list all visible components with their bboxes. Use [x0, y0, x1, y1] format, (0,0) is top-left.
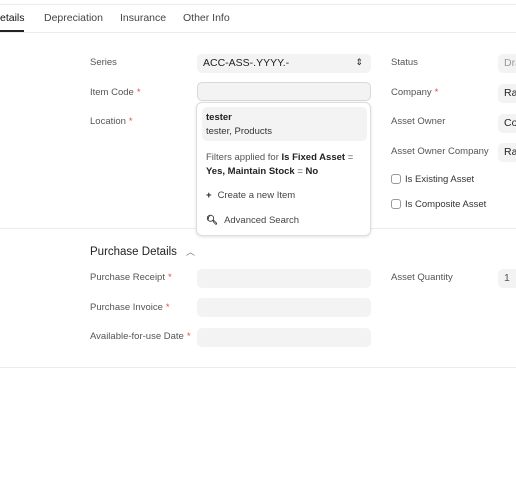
series-label: Series: [90, 57, 117, 68]
available-for-use-date-input[interactable]: [197, 328, 371, 347]
is-composite-asset-checkbox[interactable]: [391, 199, 401, 209]
asset-owner-company-label: Asset Owner Company: [391, 146, 489, 157]
tab-insurance[interactable]: Insurance: [120, 12, 166, 24]
filters-note: Filters applied for Is Fixed Asset = Yes…: [206, 152, 354, 177]
item-code-label: Item Code *: [90, 87, 141, 98]
tab-depreciation[interactable]: Depreciation: [44, 12, 103, 24]
plus-icon: +: [206, 190, 212, 201]
purchase-invoice-input[interactable]: [197, 298, 371, 317]
item-code-input[interactable]: [197, 82, 371, 101]
is-existing-asset-checkbox[interactable]: [391, 174, 401, 184]
asset-owner-label: Asset Owner: [391, 116, 446, 127]
series-value: ACC-ASS-.YYYY.-: [203, 57, 290, 69]
result-subtitle: tester, Products: [206, 126, 273, 137]
create-new-item-option[interactable]: + Create a new Item: [206, 190, 295, 201]
location-label: Location *: [90, 116, 133, 127]
result-title: tester: [206, 112, 232, 123]
purchase-invoice-label: Purchase Invoice *: [90, 302, 170, 313]
status-label: Status: [391, 57, 418, 68]
asset-quantity-label: Asset Quantity: [391, 272, 453, 283]
search-icon: 🔍︎: [206, 215, 219, 226]
status-field: Dra: [498, 54, 516, 73]
asset-quantity-input[interactable]: 1: [498, 269, 516, 288]
is-composite-asset-label: Is Composite Asset: [405, 199, 487, 210]
purchase-receipt-input[interactable]: [197, 269, 371, 288]
purchase-receipt-label: Purchase Receipt *: [90, 272, 172, 283]
tabs-divider: [0, 32, 516, 33]
purchase-details-header[interactable]: Purchase Details ︿: [90, 245, 195, 258]
chevron-updown-icon: ⇕: [355, 57, 363, 67]
company-label: Company *: [391, 87, 439, 98]
dropdown-result-tester[interactable]: tester tester, Products: [202, 107, 367, 141]
advanced-search-option[interactable]: 🔍︎ Advanced Search: [206, 215, 299, 226]
top-divider: [0, 4, 516, 5]
tab-details[interactable]: etails: [0, 12, 25, 24]
chevron-up-icon: ︿: [185, 247, 195, 257]
bottom-divider: [0, 367, 516, 368]
item-code-dropdown: tester tester, Products Filters applied …: [196, 102, 371, 236]
tab-other-info[interactable]: Other Info: [183, 12, 230, 24]
asset-owner-company-input[interactable]: Ra: [498, 143, 516, 162]
company-input[interactable]: Ra: [498, 84, 516, 103]
asset-owner-select[interactable]: Co: [498, 114, 516, 133]
series-select[interactable]: ACC-ASS-.YYYY.- ⇕: [197, 54, 371, 73]
available-for-use-date-label: Available-for-use Date *: [90, 331, 191, 342]
is-existing-asset-label: Is Existing Asset: [405, 174, 475, 185]
